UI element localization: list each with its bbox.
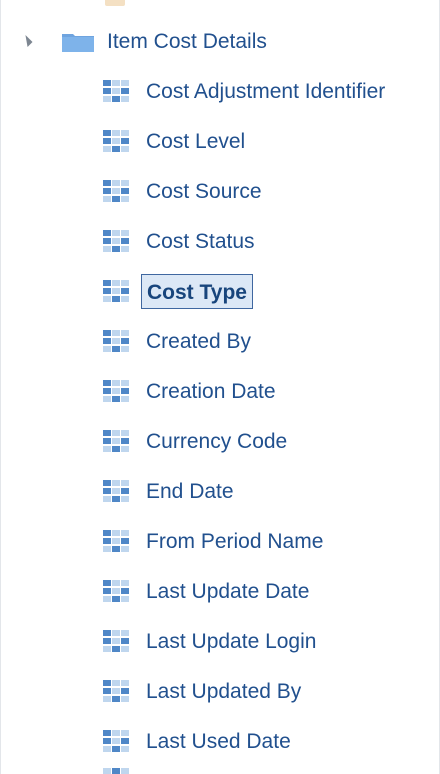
- grid-icon: [103, 280, 129, 302]
- tree-item-last-used-date[interactable]: Last Used Date: [1, 717, 439, 767]
- tree-item-cost-type[interactable]: Cost Type: [1, 267, 439, 317]
- grid-icon: [103, 730, 129, 752]
- grid-icon: [103, 630, 129, 652]
- tree-item-label[interactable]: Cost Adjustment Identifier: [146, 80, 385, 104]
- grid-icon: [103, 80, 129, 102]
- tree-item-label[interactable]: Last Update Date: [146, 580, 309, 604]
- tree-item-cost-source[interactable]: Cost Source: [1, 167, 439, 217]
- grid-icon: [103, 330, 129, 352]
- tree-item-cost-level[interactable]: Cost Level: [1, 117, 439, 167]
- tree-item-cost-status[interactable]: Cost Status: [1, 217, 439, 267]
- selected-tree-item-label[interactable]: Cost Type: [141, 274, 253, 309]
- tree-item-currency-code[interactable]: Currency Code: [1, 417, 439, 467]
- tree-item-last-updated-by[interactable]: Last Updated By: [1, 667, 439, 717]
- partial-folder-icon: [105, 0, 125, 6]
- tree-item-last-update-date[interactable]: Last Update Date: [1, 567, 439, 617]
- tree-item-label[interactable]: Last Used Date: [146, 730, 291, 754]
- folder-icon: [62, 34, 94, 52]
- tree-item-label[interactable]: Last Updated By: [146, 680, 301, 704]
- tree-item-label[interactable]: Last Update Login: [146, 630, 316, 654]
- grid-icon: [103, 430, 129, 452]
- grid-icon: [103, 530, 129, 552]
- tree-item-end-date[interactable]: End Date: [1, 467, 439, 517]
- tree-item-label[interactable]: Cost Level: [146, 130, 245, 154]
- partial-grid-icon: [103, 768, 129, 774]
- folder-label[interactable]: Item Cost Details: [107, 30, 267, 54]
- tree-item-label[interactable]: Currency Code: [146, 430, 287, 454]
- grid-icon: [103, 480, 129, 502]
- item-cost-details-tree: Item Cost Details Cost Adjustment Identi…: [0, 0, 440, 774]
- tree-item-created-by[interactable]: Created By: [1, 317, 439, 367]
- tree-item-label[interactable]: From Period Name: [146, 530, 323, 554]
- tree-item-creation-date[interactable]: Creation Date: [1, 367, 439, 417]
- tree-item-last-update-login[interactable]: Last Update Login: [1, 617, 439, 667]
- grid-icon: [103, 130, 129, 152]
- grid-icon: [103, 180, 129, 202]
- tree-item-label[interactable]: Cost Status: [146, 230, 255, 254]
- grid-icon: [103, 580, 129, 602]
- tree-folder-item-cost-details[interactable]: Item Cost Details: [1, 17, 439, 67]
- tree-item-cost-adjustment-identifier[interactable]: Cost Adjustment Identifier: [1, 67, 439, 117]
- grid-icon: [103, 380, 129, 402]
- expanded-triangle-icon[interactable]: [20, 34, 33, 48]
- tree-item-from-period-name[interactable]: From Period Name: [1, 517, 439, 567]
- grid-icon: [103, 230, 129, 252]
- tree-item-label[interactable]: Creation Date: [146, 380, 276, 404]
- tree-item-label[interactable]: Created By: [146, 330, 251, 354]
- tree-item-label[interactable]: End Date: [146, 480, 234, 504]
- tree-item-label[interactable]: Cost Source: [146, 180, 262, 204]
- grid-icon: [103, 680, 129, 702]
